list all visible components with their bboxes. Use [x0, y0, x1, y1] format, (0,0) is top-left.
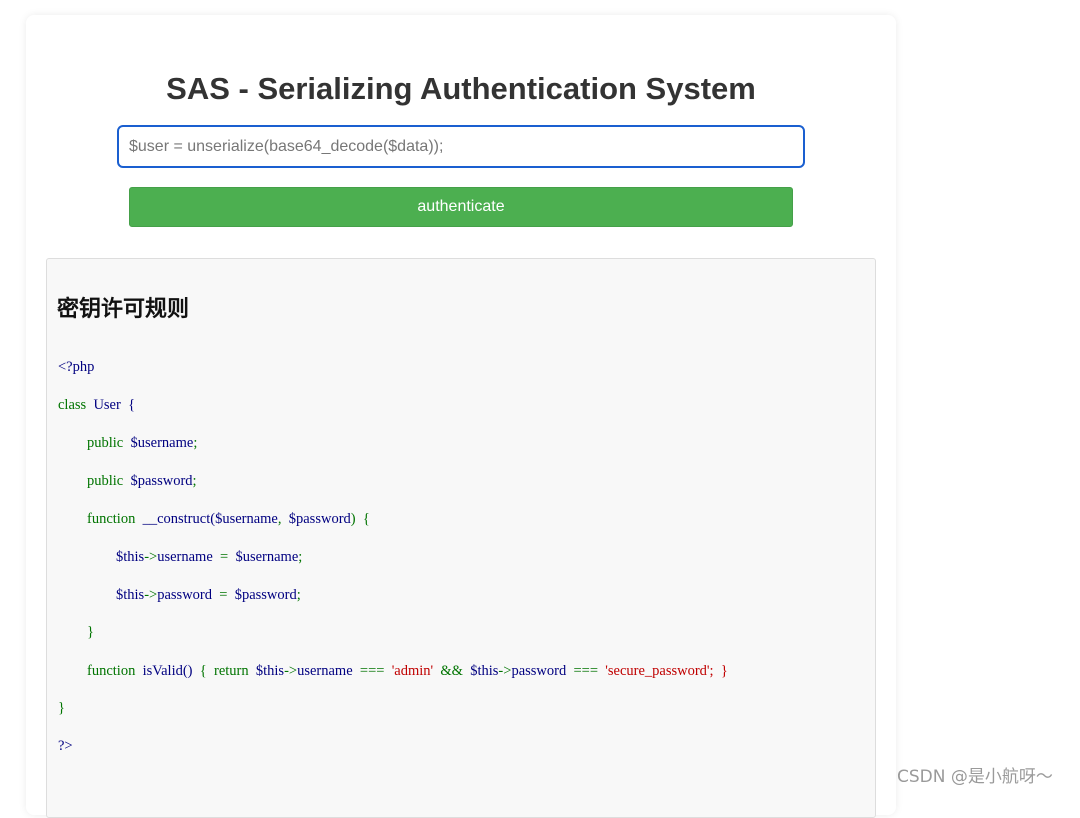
code-line: function isValid() { return $this->usern… [58, 663, 728, 680]
code-token: ) { [350, 511, 370, 527]
code-token: isValid() [135, 663, 193, 679]
license-rules-heading: 密钥许可规则 [57, 297, 190, 322]
code-token: 'admin' [391, 663, 434, 679]
code-line: class User { [58, 397, 135, 414]
code-token: function [87, 511, 136, 527]
code-token: $password [288, 511, 351, 527]
authenticate-button[interactable]: authenticate [129, 187, 793, 227]
code-line: public $username; [58, 435, 197, 452]
code-line: public $password; [58, 473, 197, 490]
code-token: public [87, 435, 124, 451]
code-line: <?php [58, 359, 94, 376]
code-token: $this [248, 663, 285, 679]
code-line: ?> [58, 738, 73, 755]
code-line: function __construct($username, $passwor… [58, 511, 370, 528]
serialized-data-input[interactable] [117, 125, 805, 168]
code-token: -> [144, 549, 158, 565]
code-token: $password [123, 473, 193, 489]
code-token: ?> [58, 738, 73, 754]
code-token: { [192, 663, 214, 679]
code-token: function [87, 663, 136, 679]
code-token: = [212, 587, 235, 603]
code-token: __construct( [135, 511, 216, 527]
code-token: $password [234, 587, 297, 603]
code-token: $this [470, 663, 499, 679]
page-title: SAS - Serializing Authentication System [166, 71, 756, 106]
code-token: } [87, 624, 94, 640]
code-token: ; [193, 435, 198, 451]
code-token: public [87, 473, 124, 489]
code-token: password [157, 587, 212, 603]
auth-card: SAS - Serializing Authentication System … [26, 15, 896, 818]
license-rules-panel: 密钥许可规则 <?php class User { public $usernam… [46, 258, 876, 818]
code-token: -> [498, 663, 512, 679]
code-token: ; [296, 587, 301, 603]
code-token: $this [116, 549, 145, 565]
code-token: , [277, 511, 289, 527]
code-token: class [58, 397, 87, 413]
code-token: $username [215, 511, 278, 527]
code-token: && [433, 663, 471, 679]
code-token: $username [123, 435, 194, 451]
code-token: return [213, 663, 249, 679]
code-token: $this [116, 587, 145, 603]
code-line: $this->username = $username; [58, 549, 302, 566]
code-line: } [58, 624, 94, 641]
code-token: username [297, 663, 353, 679]
code-line: $this->password = $password; [58, 587, 301, 604]
code-token: ; [298, 549, 303, 565]
code-token: = [212, 549, 236, 565]
code-token: ; [192, 473, 197, 489]
code-token: password [511, 663, 567, 679]
code-token: } [58, 700, 65, 716]
code-line: } [58, 700, 65, 717]
code-token: 'secure_password'; } [605, 663, 728, 679]
csdn-watermark: CSDN @是小航呀～ [897, 767, 1053, 787]
code-token: === [566, 663, 606, 679]
code-token: -> [284, 663, 298, 679]
code-token: -> [144, 587, 158, 603]
code-token: <?php [58, 359, 95, 375]
code-token: username [157, 549, 213, 565]
code-token: === [352, 663, 392, 679]
code-token: $username [235, 549, 299, 565]
code-token: User { [86, 397, 136, 413]
